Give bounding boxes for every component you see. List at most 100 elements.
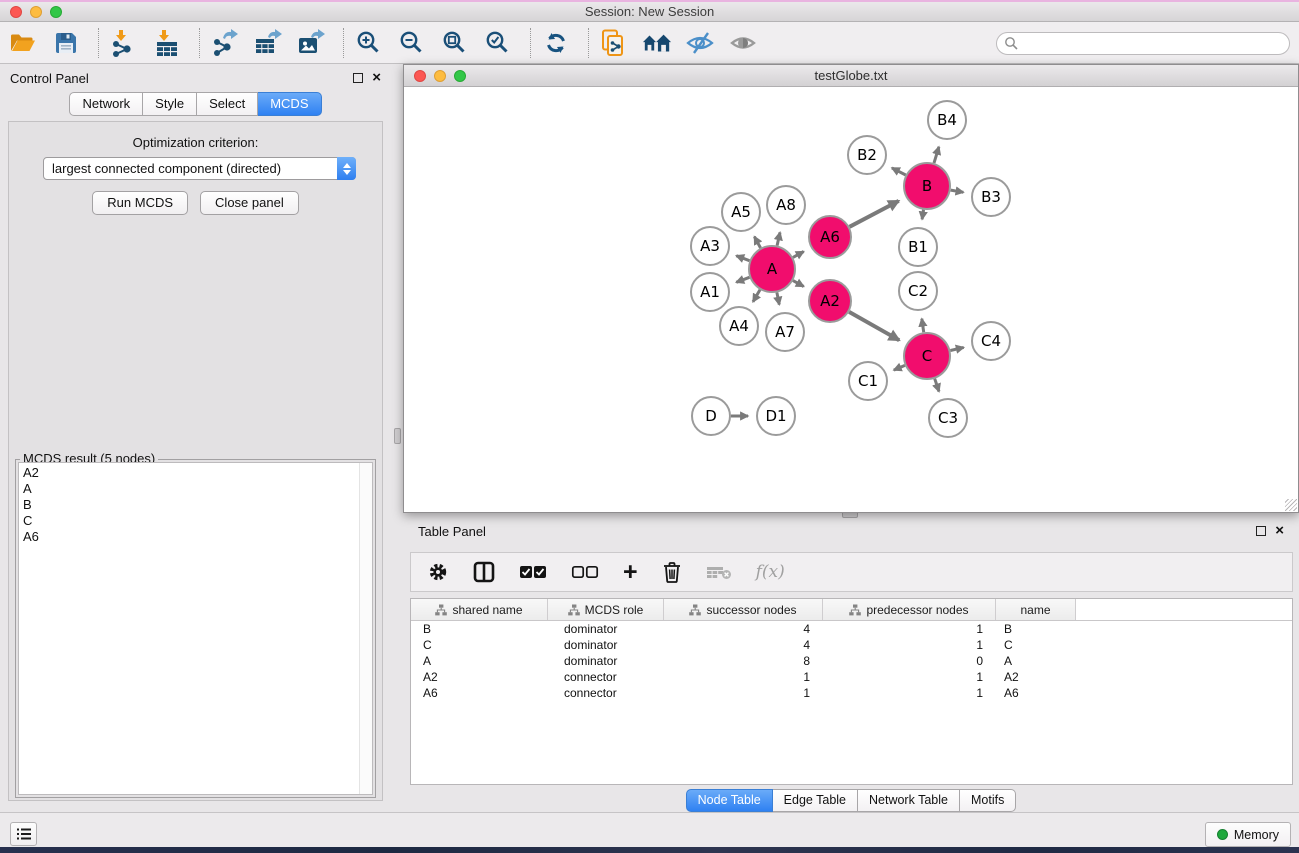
node-C1[interactable]: C1: [849, 362, 887, 400]
node-C[interactable]: C: [904, 333, 950, 379]
delete-columns-icon[interactable]: [662, 557, 682, 587]
node-C4[interactable]: C4: [972, 322, 1010, 360]
mcds-result-item[interactable]: B: [19, 497, 372, 513]
vertical-splitter-handle[interactable]: [394, 428, 401, 444]
edge-A-A7[interactable]: [777, 293, 779, 305]
tab-edge-table[interactable]: Edge Table: [773, 789, 858, 812]
close-panel-button[interactable]: Close panel: [200, 191, 299, 215]
node-C3[interactable]: C3: [929, 399, 967, 437]
node-A3[interactable]: A3: [691, 227, 729, 265]
node-D1[interactable]: D1: [757, 397, 795, 435]
close-panel-icon[interactable]: ×: [1275, 526, 1284, 536]
network-window-titlebar[interactable]: testGlobe.txt: [404, 65, 1298, 87]
result-list-scrollbar[interactable]: [359, 463, 372, 794]
mcds-result-item[interactable]: A2: [19, 465, 372, 481]
tab-mcds[interactable]: MCDS: [258, 92, 321, 116]
node-A5[interactable]: A5: [722, 193, 760, 231]
table-row[interactable]: Cdominator41C: [411, 637, 1292, 653]
zoom-in-icon[interactable]: [354, 26, 384, 60]
tab-select[interactable]: Select: [197, 92, 258, 116]
close-panel-icon[interactable]: ×: [372, 73, 381, 83]
table-row[interactable]: Bdominator41B: [411, 621, 1292, 637]
edge-A-A4[interactable]: [753, 290, 760, 302]
search-input[interactable]: [1019, 33, 1289, 54]
open-session-icon[interactable]: [8, 26, 38, 60]
show-all-icon[interactable]: [728, 26, 758, 60]
run-mcds-button[interactable]: Run MCDS: [92, 191, 188, 215]
memory-button[interactable]: Memory: [1205, 822, 1291, 847]
column-header-predecessor-nodes[interactable]: predecessor nodes: [823, 599, 996, 620]
zoom-out-icon[interactable]: [397, 26, 427, 60]
float-panel-icon[interactable]: [1256, 526, 1266, 536]
edge-A6-B[interactable]: [850, 201, 899, 227]
edge-B-B3[interactable]: [951, 190, 964, 192]
deselect-all-columns-icon[interactable]: [571, 557, 599, 587]
show-task-history-button[interactable]: [10, 822, 37, 846]
tab-network-table[interactable]: Network Table: [858, 789, 960, 812]
mcds-result-item[interactable]: A: [19, 481, 372, 497]
refresh-icon[interactable]: [541, 26, 571, 60]
node-A8[interactable]: A8: [767, 186, 805, 224]
edge-B-B1[interactable]: [922, 210, 923, 220]
table-row[interactable]: A6connector11A6: [411, 685, 1292, 701]
show-columns-icon[interactable]: [473, 557, 495, 587]
table-row[interactable]: A2connector11A2: [411, 669, 1292, 685]
import-network-icon[interactable]: [109, 26, 139, 60]
edge-B-B2[interactable]: [892, 168, 906, 175]
window-resize-handle[interactable]: [1285, 499, 1297, 511]
export-table-icon[interactable]: [253, 26, 283, 60]
column-header-name[interactable]: name: [996, 599, 1076, 620]
column-header-shared-name[interactable]: shared name: [411, 599, 548, 620]
tab-style[interactable]: Style: [143, 92, 197, 116]
column-header-MCDS-role[interactable]: MCDS role: [548, 599, 664, 620]
edge-A-A8[interactable]: [777, 232, 780, 245]
node-A4[interactable]: A4: [720, 307, 758, 345]
float-panel-icon[interactable]: [353, 73, 363, 83]
import-table-icon[interactable]: [152, 26, 182, 60]
table-row[interactable]: Adominator80A: [411, 653, 1292, 669]
edge-A-A1[interactable]: [736, 277, 749, 282]
edge-A-A2[interactable]: [793, 281, 804, 287]
mcds-result-item[interactable]: C: [19, 513, 372, 529]
edge-A2-C[interactable]: [849, 312, 899, 340]
zoom-selected-icon[interactable]: [483, 26, 513, 60]
zoom-fit-icon[interactable]: [440, 26, 470, 60]
edge-A-A5[interactable]: [754, 237, 760, 248]
edge-B-B4[interactable]: [934, 147, 939, 163]
tab-motifs[interactable]: Motifs: [960, 789, 1016, 812]
first-neighbors-icon[interactable]: [642, 26, 672, 60]
hide-selected-icon[interactable]: [685, 26, 715, 60]
save-session-icon[interactable]: [51, 26, 81, 60]
edge-C-C1[interactable]: [894, 365, 905, 370]
edge-C-C3[interactable]: [935, 379, 939, 392]
tab-node-table[interactable]: Node Table: [686, 789, 773, 812]
create-column-icon[interactable]: +: [623, 557, 638, 587]
edge-A-A3[interactable]: [736, 256, 749, 261]
table-options-icon[interactable]: [427, 557, 449, 587]
node-A7[interactable]: A7: [766, 313, 804, 351]
new-network-from-selection-icon[interactable]: [599, 26, 629, 60]
node-D[interactable]: D: [692, 397, 730, 435]
tab-network[interactable]: Network: [69, 92, 143, 116]
criterion-select[interactable]: largest connected component (directed): [43, 157, 356, 180]
node-A2[interactable]: A2: [809, 280, 851, 322]
mcds-result-list[interactable]: A2ABCA6: [18, 462, 373, 795]
network-canvas[interactable]: B4B2BB3A8A5A6A3B1AA1C2A2A4A7C4CC1C3DD1: [404, 87, 1298, 512]
edge-C-C2[interactable]: [922, 319, 924, 333]
select-all-columns-icon[interactable]: [519, 557, 547, 587]
mcds-result-item[interactable]: A6: [19, 529, 372, 545]
network-graph[interactable]: B4B2BB3A8A5A6A3B1AA1C2A2A4A7C4CC1C3DD1: [404, 87, 1298, 512]
node-A1[interactable]: A1: [691, 273, 729, 311]
node-B[interactable]: B: [904, 163, 950, 209]
export-network-icon[interactable]: [210, 26, 240, 60]
column-header-successor-nodes[interactable]: successor nodes: [664, 599, 823, 620]
node-A6[interactable]: A6: [809, 216, 851, 258]
node-C2[interactable]: C2: [899, 272, 937, 310]
export-image-icon[interactable]: [296, 26, 326, 60]
node-B2[interactable]: B2: [848, 136, 886, 174]
node-B3[interactable]: B3: [972, 178, 1010, 216]
edge-A-A6[interactable]: [793, 252, 804, 258]
edge-C-C4[interactable]: [950, 347, 963, 350]
node-B4[interactable]: B4: [928, 101, 966, 139]
node-B1[interactable]: B1: [899, 228, 937, 266]
